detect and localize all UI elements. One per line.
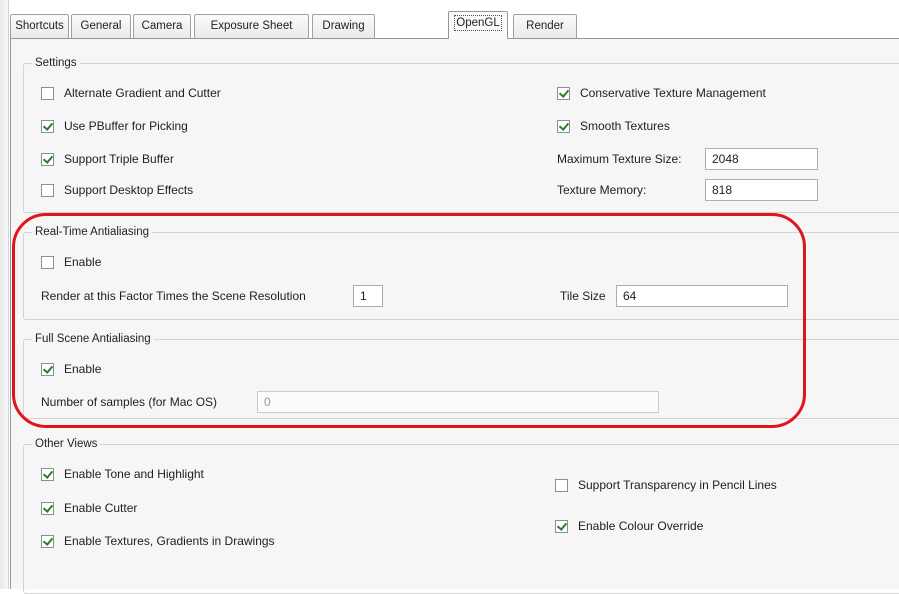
tab-general[interactable]: General [71, 14, 131, 38]
tile-size-label: Tile Size [560, 289, 606, 303]
desktop-effects-row[interactable]: Support Desktop Effects [41, 183, 193, 197]
textures-gradients-row[interactable]: Enable Textures, Gradients in Drawings [41, 534, 275, 548]
tab-drawing[interactable]: Drawing [312, 14, 375, 38]
desktop-effects-label: Support Desktop Effects [64, 183, 194, 197]
alternate-gradient-row[interactable]: Alternate Gradient and Cutter [41, 86, 221, 100]
use-pbuffer-checkbox[interactable] [41, 119, 54, 133]
window-left-edge [0, 0, 9, 589]
max-texture-size-field[interactable]: 2048 [705, 148, 818, 170]
factor-label: Render at this Factor Times the Scene Re… [41, 289, 306, 303]
triple-buffer-label: Support Triple Buffer [64, 152, 174, 166]
transparency-pencil-row[interactable]: Support Transparency in Pencil Lines [555, 478, 777, 492]
cutter-label: Enable Cutter [64, 501, 138, 515]
transparency-pencil-checkbox[interactable] [555, 478, 568, 492]
factor-field[interactable]: 1 [353, 285, 383, 307]
realtime-aa-enable-label: Enable [64, 255, 102, 269]
realtime-aa-enable-row[interactable]: Enable [41, 255, 101, 269]
alternate-gradient-label: Alternate Gradient and Cutter [64, 86, 221, 100]
colour-override-label: Enable Colour Override [578, 519, 704, 533]
max-texture-size-label: Maximum Texture Size: [557, 152, 682, 166]
opengl-panel: Settings Alternate Gradient and Cutter U… [10, 38, 899, 594]
fullscene-aa-enable-label: Enable [64, 362, 102, 376]
textures-gradients-checkbox[interactable] [41, 534, 54, 548]
tab-exposure-sheet[interactable]: Exposure Sheet [194, 14, 309, 38]
realtime-aa-group-title: Real-Time Antialiasing [32, 225, 152, 240]
smooth-textures-label: Smooth Textures [580, 119, 670, 133]
cutter-checkbox[interactable] [41, 501, 54, 515]
samples-row: Number of samples (for Mac OS) [41, 395, 217, 409]
fullscene-aa-group: Full Scene Antialiasing Enable Number of… [23, 332, 899, 419]
alternate-gradient-checkbox[interactable] [41, 86, 54, 100]
tile-size-field[interactable]: 64 [616, 285, 788, 307]
colour-override-row[interactable]: Enable Colour Override [555, 519, 703, 533]
conservative-texture-checkbox[interactable] [557, 86, 570, 100]
samples-label: Number of samples (for Mac OS) [41, 395, 218, 409]
max-texture-size-row: Maximum Texture Size: [557, 152, 681, 166]
settings-group-title: Settings [32, 56, 80, 71]
use-pbuffer-label: Use PBuffer for Picking [64, 119, 188, 133]
settings-group: Settings Alternate Gradient and Cutter U… [23, 56, 899, 213]
tab-strip: Shortcuts General Camera Exposure Sheet … [10, 11, 899, 39]
triple-buffer-checkbox[interactable] [41, 152, 54, 166]
textures-gradients-label: Enable Textures, Gradients in Drawings [64, 534, 275, 548]
other-views-group-title: Other Views [32, 437, 101, 452]
transparency-pencil-label: Support Transparency in Pencil Lines [578, 478, 777, 492]
fullscene-aa-enable-row[interactable]: Enable [41, 362, 101, 376]
texture-memory-field[interactable]: 818 [705, 179, 818, 201]
tile-size-row: Tile Size [560, 289, 606, 303]
triple-buffer-row[interactable]: Support Triple Buffer [41, 152, 174, 166]
desktop-effects-checkbox[interactable] [41, 183, 54, 197]
conservative-texture-row[interactable]: Conservative Texture Management [557, 86, 766, 100]
smooth-textures-checkbox[interactable] [557, 119, 570, 133]
fullscene-aa-enable-checkbox[interactable] [41, 362, 54, 376]
cutter-row[interactable]: Enable Cutter [41, 501, 137, 515]
use-pbuffer-row[interactable]: Use PBuffer for Picking [41, 119, 188, 133]
tab-camera[interactable]: Camera [133, 14, 191, 38]
smooth-textures-row[interactable]: Smooth Textures [557, 119, 670, 133]
tab-render[interactable]: Render [513, 14, 577, 38]
factor-row: Render at this Factor Times the Scene Re… [41, 289, 306, 303]
fullscene-aa-group-title: Full Scene Antialiasing [32, 332, 154, 347]
tone-highlight-label: Enable Tone and Highlight [64, 467, 204, 481]
conservative-texture-label: Conservative Texture Management [580, 86, 766, 100]
tone-highlight-row[interactable]: Enable Tone and Highlight [41, 467, 204, 481]
realtime-aa-group: Real-Time Antialiasing Enable Render at … [23, 225, 899, 320]
tab-opengl[interactable]: OpenGL [448, 11, 508, 39]
preferences-window: Shortcuts General Camera Exposure Sheet … [0, 0, 899, 594]
texture-memory-label: Texture Memory: [557, 183, 647, 197]
samples-field[interactable]: 0 [257, 391, 659, 413]
texture-memory-row: Texture Memory: [557, 183, 646, 197]
colour-override-checkbox[interactable] [555, 519, 568, 533]
realtime-aa-enable-checkbox[interactable] [41, 255, 54, 269]
other-views-group: Other Views Enable Tone and Highlight En… [23, 437, 899, 594]
tab-shortcuts[interactable]: Shortcuts [10, 14, 69, 38]
tone-highlight-checkbox[interactable] [41, 467, 54, 481]
